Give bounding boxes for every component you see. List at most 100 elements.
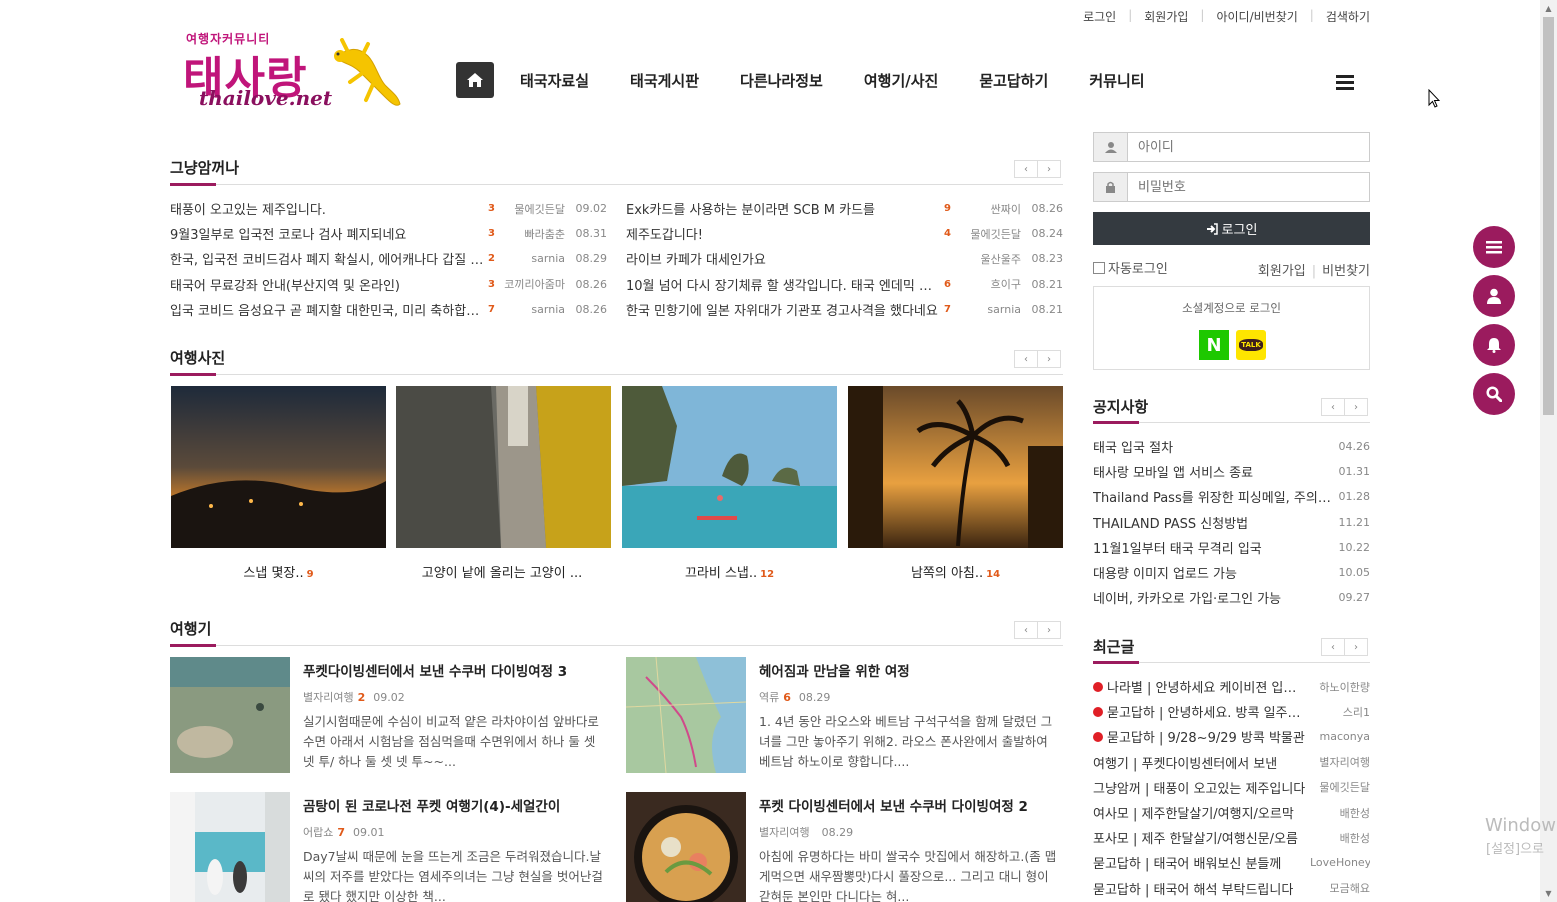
next-button[interactable]: › [1344,638,1368,656]
list-item[interactable]: 11월1일부터 태국 무격리 입국 10.22 [1093,535,1370,560]
nav-qna[interactable]: 묻고답하기 [979,70,1048,91]
username-input[interactable] [1128,133,1369,161]
list-item[interactable]: 대용량 이미지 업로드 가능 10.05 [1093,560,1370,585]
menu-fab[interactable] [1473,226,1515,268]
find-password-link[interactable]: 비번찾기 [1322,264,1370,279]
list-item[interactable]: 10월 넘어 다시 장기체류 할 생각입니다. 태국 엔데믹 선언 6 흐이구 08.… [626,272,1063,297]
list-item[interactable]: Exk카드를 사용하는 분이라면 SCB M 카드를 9 싼짜이 08.26 [626,196,1063,221]
next-button[interactable]: › [1037,350,1061,368]
travel-thumb[interactable] [170,657,290,773]
naver-login-button[interactable]: N [1199,330,1229,360]
photo-caption[interactable]: 남쪽의 아침.. 14 [848,562,1063,581]
list-item[interactable]: 묻고답하 | 태국어 해석 부탁드립니다 모금해요 [1093,876,1370,901]
travel-thumb[interactable] [626,657,746,773]
recent-title: 묻고답하 | 태국어 해석 부탁드립니다 [1093,882,1294,898]
list-item[interactable]: Thailand Pass를 위장한 피싱메일, 주의하세요 01.28 [1093,484,1370,509]
travel-title[interactable]: 푸켓다이빙센터에서 보낸 수쿠버 다이빙여정 3 [303,660,567,680]
travel-title[interactable]: 푸켓 다이빙센터에서 보낸 수쿠버 다이빙여정 2 [759,795,1028,815]
post-date: 08.31 [575,227,608,241]
photo-thumb[interactable] [622,386,837,548]
search-link[interactable]: 검색하기 [1314,8,1370,25]
list-item[interactable]: 태풍이 오고있는 제주입니다. 3 물에깃든달 09.02 [170,196,607,221]
photo-caption[interactable]: 끄라비 스냅.. 12 [622,562,837,581]
list-item[interactable]: 태사랑 모바일 앱 서비스 종료 01.31 [1093,459,1370,484]
nav-thai-info[interactable]: 태국자료실 [520,70,589,91]
password-input[interactable] [1128,173,1369,201]
find-account-link[interactable]: 아이디/비번찾기 [1204,8,1309,25]
list-item[interactable]: 입국 코비드 음성요구 곧 폐지할 대한민국, 미리 축하합니다 7 sarnia 0… [170,297,607,322]
list-item[interactable]: 포사모 | 제주 한달살기/여행신문/오름 배한성 [1093,825,1370,850]
site-logo[interactable]: 여행자커뮤니티 태사랑 thailove.net [183,28,408,114]
list-item[interactable]: 네이버, 카카오로 가입·로그인 가능 09.27 [1093,585,1370,610]
login-button[interactable]: 로그인 [1093,212,1370,245]
travel-item[interactable]: 푸켓다이빙센터에서 보낸 수쿠버 다이빙여정 3 별자리여행 2 09.02 실기시… [170,657,607,773]
travel-thumb[interactable] [626,792,746,902]
signup-link[interactable]: 회원가입 [1258,264,1306,279]
list-item[interactable]: 태국어 무료강좌 안내(부산지역 및 온라인) 3 코끼리아줌마 08.26 [170,272,607,297]
list-item[interactable]: 여사모 | 제주한달살기/여행지/오르막 배한성 [1093,800,1370,825]
prev-button[interactable]: ‹ [1321,398,1345,416]
scroll-up-icon[interactable]: ▲ [1540,0,1557,17]
photos-section-title[interactable]: 여행사진 [170,347,225,368]
list-item[interactable]: 묻고답하 | 안녕하세요. 방콕 일주일 여행 스리1 [1093,699,1370,724]
list-item[interactable]: 한국, 입국전 코비드검사 폐지 확실시, 에어캐나다 갑질 소식 2 sarnia… [170,246,607,271]
scroll-thumb[interactable] [1543,17,1554,415]
next-button[interactable]: › [1037,621,1061,639]
auto-login[interactable]: 자동로그인 [1093,258,1168,277]
scroll-down-icon[interactable]: ▼ [1540,885,1557,902]
photo-thumb[interactable] [848,386,1063,548]
list-item[interactable]: THAILAND PASS 신청방법 11.21 [1093,510,1370,535]
signup-link[interactable]: 회원가입 [1132,8,1200,25]
travel-title[interactable]: 곰탕이 된 코로나전 푸켓 여행기(4)-세얼간이 [303,795,560,815]
list-item[interactable]: 한국 민항기에 일본 자위대가 기관포 경고사격을 했다네요 7 sarnia 08.… [626,297,1063,322]
photo-thumb[interactable] [171,386,386,548]
prev-button[interactable]: ‹ [1014,621,1038,639]
user-fab[interactable] [1473,275,1515,317]
photo-thumb[interactable] [396,386,611,548]
login-button-label: 로그인 [1221,223,1258,238]
new-badge [1093,681,1103,692]
prev-button[interactable]: ‹ [1014,160,1038,178]
prev-button[interactable]: ‹ [1014,350,1038,368]
list-item[interactable]: 묻고답하 | 9/28~9/29 방콕 박물관 maconya [1093,724,1370,749]
travel-title[interactable]: 헤어짐과 만남을 위한 여정 [759,660,910,680]
page-scrollbar[interactable]: ▲ ▼ [1540,0,1557,902]
recent-section-title[interactable]: 최근글 [1093,636,1134,657]
menu-icon[interactable] [1336,75,1354,93]
login-link[interactable]: 로그인 [1071,8,1128,25]
travel-item[interactable]: 곰탕이 된 코로나전 푸켓 여행기(4)-세얼간이 어랍쇼 7 09.01 Day7… [170,792,607,902]
board-section-title[interactable]: 그냥암꺼나 [170,157,239,178]
list-item[interactable]: 여행기 | 푸켓다이빙센터에서 보낸 별자리여행 [1093,750,1370,775]
travel-section-title[interactable]: 여행기 [170,618,211,639]
notice-section-title[interactable]: 공지사항 [1093,396,1148,417]
nav-community[interactable]: 커뮤니티 [1089,70,1144,91]
travel-thumb[interactable] [170,792,290,902]
travel-item[interactable]: 헤어짐과 만남을 위한 여정 역류 6 08.29 1. 4년 동안 라오스와 베트… [626,657,1063,773]
nav-other-countries[interactable]: 다른나라정보 [740,70,823,91]
nav-travel-photos[interactable]: 여행기/사진 [864,70,938,91]
next-button[interactable]: › [1037,160,1061,178]
kakao-icon: TALK [1239,339,1263,351]
list-item[interactable]: 그냥암꺼 | 태풍이 오고있는 제주입니다 물에깃든달 [1093,775,1370,800]
list-item[interactable]: 9월3일부로 입국전 코로나 검사 폐지되네요 3 빠라춤춘 08.31 [170,221,607,246]
home-button[interactable] [456,62,494,98]
auto-login-checkbox[interactable] [1093,261,1105,274]
next-button[interactable]: › [1344,398,1368,416]
notice-title: 대용량 이미지 업로드 가능 [1093,567,1237,583]
list-item[interactable]: 태국 입국 절차 04.26 [1093,434,1370,459]
search-fab[interactable] [1473,373,1515,415]
travel-date: 09.02 [373,691,405,704]
notification-fab[interactable] [1473,324,1515,366]
kakao-login-button[interactable]: TALK [1236,330,1266,360]
list-item[interactable]: 제주도갑니다! 4 물에깃든달 08.24 [626,221,1063,246]
list-item[interactable]: 라이브 카페가 대세인가요 울산울주 08.23 [626,246,1063,271]
nav-thai-board[interactable]: 태국게시판 [630,70,699,91]
travel-item[interactable]: 푸켓 다이빙센터에서 보낸 수쿠버 다이빙여정 2 별자리여행 08.29 아침에… [626,792,1063,902]
photo-caption[interactable]: 고양이 낱에 올리는 고양이 ... [396,562,611,581]
prev-button[interactable]: ‹ [1321,638,1345,656]
post-author: 물에깃든달 [970,227,1021,241]
photo-caption[interactable]: 스냅 몇장.. 9 [171,562,386,581]
list-item[interactable]: 묻고답하 | 태국어 배워보신 분들께 LoveHoney [1093,850,1370,875]
list-item[interactable]: 나라별 | 안녕하세요 케이비젼 입니다 하노이한량 [1093,674,1370,699]
post-author: sarnia [531,252,565,266]
